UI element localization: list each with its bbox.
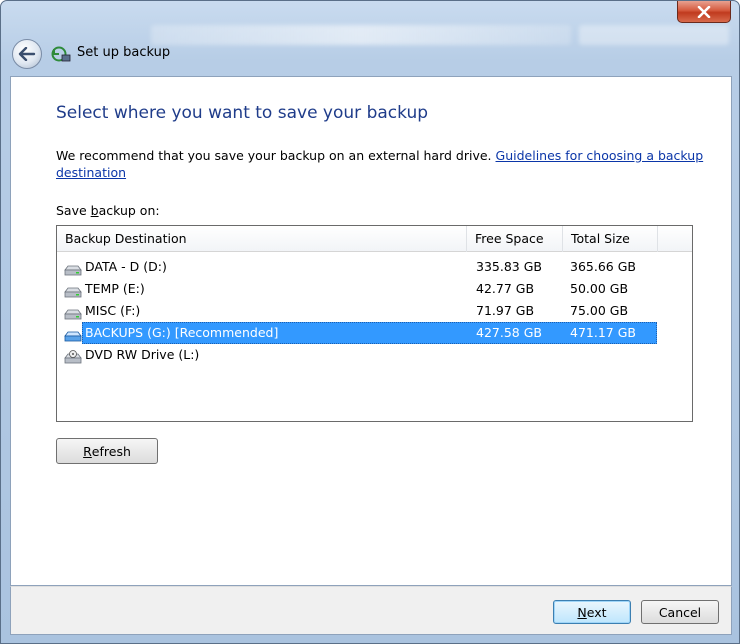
hard-drive-icon	[64, 283, 82, 298]
backup-destination-list[interactable]: Backup Destination Free Space Total Size…	[56, 225, 693, 422]
dialog-footer: Next Cancel	[10, 586, 732, 635]
total-size-cell: 50.00 GB	[570, 281, 629, 296]
destination-cell: DATA - D (D:)	[85, 259, 167, 274]
close-icon	[697, 5, 711, 18]
column-header-free-space[interactable]: Free Space	[467, 226, 563, 252]
page-heading: Select where you want to save your backu…	[56, 103, 429, 123]
content-panel: Select where you want to save your backu…	[10, 76, 732, 586]
list-header: Backup Destination Free Space Total Size	[57, 226, 692, 252]
search-box-blurred	[579, 25, 729, 45]
next-accelerator: N	[577, 604, 587, 620]
table-row[interactable]: DVD RW Drive (L:)	[57, 344, 692, 366]
hard-drive-icon	[64, 305, 82, 320]
window-title: Set up backup	[77, 45, 171, 60]
recommendation-text: We recommend that you save your backup o…	[56, 147, 706, 181]
destination-cell: DVD RW Drive (L:)	[85, 347, 200, 362]
save-label-pre: Save	[56, 203, 91, 218]
save-label-accelerator: b	[90, 203, 99, 218]
free-space-cell: 71.97 GB	[476, 303, 535, 318]
table-row[interactable]: DATA - D (D:) 335.83 GB 365.66 GB	[57, 256, 692, 278]
table-row[interactable]: MISC (F:) 71.97 GB 75.00 GB	[57, 300, 692, 322]
back-arrow-icon	[18, 47, 36, 61]
backup-icon	[51, 46, 71, 62]
table-row[interactable]: TEMP (E:) 42.77 GB 50.00 GB	[57, 278, 692, 300]
free-space-cell: 42.77 GB	[476, 281, 535, 296]
save-label-post: ackup on:	[98, 203, 160, 218]
destination-cell: MISC (F:)	[85, 303, 141, 318]
total-size-cell: 471.17 GB	[570, 325, 636, 340]
cancel-button[interactable]: Cancel	[641, 600, 719, 624]
address-bar-blurred	[151, 25, 571, 45]
column-header-total-size[interactable]: Total Size	[563, 226, 658, 252]
refresh-label: efresh	[91, 443, 131, 459]
hard-drive-icon	[64, 261, 82, 276]
free-space-cell: 427.58 GB	[476, 325, 542, 340]
recommendation-body: We recommend that you save your backup o…	[56, 148, 492, 163]
close-button[interactable]	[677, 1, 731, 23]
destination-cell: TEMP (E:)	[85, 281, 145, 296]
refresh-accelerator: R	[83, 443, 92, 459]
back-button[interactable]	[12, 39, 42, 69]
next-button[interactable]: Next	[553, 600, 631, 624]
dvd-drive-icon	[64, 349, 82, 364]
refresh-button[interactable]: Refresh	[56, 438, 158, 464]
column-header-destination[interactable]: Backup Destination	[57, 226, 467, 252]
external-drive-icon	[64, 327, 82, 342]
total-size-cell: 75.00 GB	[570, 303, 629, 318]
window-frame: Set up backup Select where you want to s…	[0, 0, 740, 644]
table-row[interactable]: BACKUPS (G:) [Recommended] 427.58 GB 471.1…	[57, 322, 692, 344]
destination-cell: BACKUPS (G:) [Recommended]	[85, 325, 279, 340]
next-label: ext	[586, 604, 607, 620]
free-space-cell: 335.83 GB	[476, 259, 542, 274]
total-size-cell: 365.66 GB	[570, 259, 636, 274]
save-backup-label: Save backup on:	[56, 203, 160, 218]
